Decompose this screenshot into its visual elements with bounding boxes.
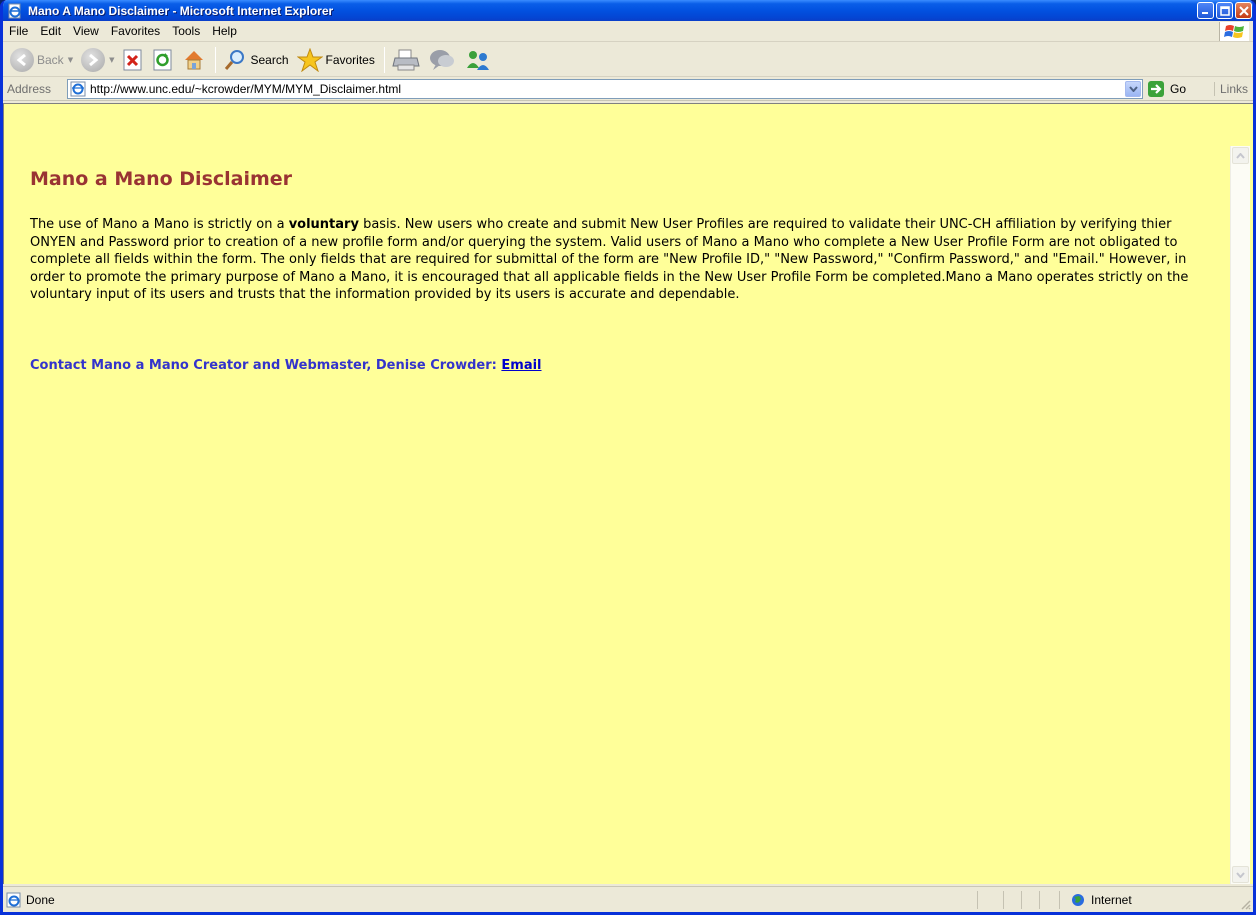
- refresh-button[interactable]: [149, 45, 177, 75]
- back-label: Back: [37, 52, 64, 67]
- go-label: Go: [1170, 82, 1187, 96]
- favorites-button[interactable]: Favorites: [294, 45, 378, 75]
- back-button[interactable]: Back ▼: [7, 45, 76, 75]
- chevron-up-icon: [1236, 152, 1245, 159]
- address-label: Address: [7, 81, 52, 96]
- home-icon: [185, 50, 204, 69]
- address-bar: Address Go Links: [3, 77, 1253, 101]
- scroll-up-button[interactable]: [1232, 147, 1249, 164]
- security-zone[interactable]: Internet: [1071, 893, 1132, 907]
- voluntary-emphasis: voluntary: [288, 217, 359, 232]
- back-dropdown-icon[interactable]: ▼: [68, 56, 73, 64]
- vertical-scrollbar[interactable]: [1230, 146, 1250, 884]
- chevron-down-icon: [1128, 86, 1138, 92]
- status-pane: [1021, 891, 1022, 909]
- page-title: Mano a Mano Disclaimer: [30, 168, 293, 190]
- menu-edit[interactable]: Edit: [34, 24, 67, 38]
- menu-tools[interactable]: Tools: [166, 24, 206, 38]
- toolbar-separator: [383, 46, 385, 73]
- contact-text: Contact Mano a Mano Creator and Webmaste…: [30, 358, 502, 373]
- search-label: Search: [250, 52, 289, 67]
- scroll-down-button[interactable]: [1232, 866, 1249, 883]
- stop-button[interactable]: [119, 45, 147, 75]
- go-arrow-icon: [1148, 81, 1164, 97]
- stop-icon: [123, 49, 142, 70]
- forward-arrow-icon: [81, 47, 106, 72]
- back-arrow-icon: [10, 47, 34, 72]
- contact-line: Contact Mano a Mano Creator and Webmaste…: [30, 358, 542, 373]
- menu-help[interactable]: Help: [206, 24, 243, 38]
- minimize-icon: [1202, 12, 1208, 14]
- windows-logo-icon: [1219, 22, 1249, 41]
- menu-file[interactable]: File: [3, 24, 34, 38]
- title-bar[interactable]: Mano A Mano Disclaimer - Microsoft Inter…: [3, 0, 1253, 21]
- email-link[interactable]: Email: [501, 358, 541, 373]
- refresh-icon: [153, 49, 172, 70]
- printer-icon: [392, 49, 420, 70]
- menu-favorites[interactable]: Favorites: [105, 24, 166, 38]
- status-bar: Done Internet: [3, 886, 1253, 912]
- window-controls: [1197, 2, 1252, 19]
- window-title: Mano A Mano Disclaimer - Microsoft Inter…: [28, 3, 334, 18]
- close-button[interactable]: [1235, 2, 1252, 19]
- ie-page-icon: [7, 3, 23, 19]
- home-button[interactable]: [179, 45, 209, 75]
- close-icon: [1238, 5, 1249, 16]
- address-input[interactable]: [90, 82, 1110, 96]
- messenger-people-icon: [466, 50, 489, 70]
- discuss-bubble-icon: [429, 49, 454, 70]
- page-globe-icon: [70, 81, 86, 97]
- disclaimer-paragraph: The use of Mano a Mano is strictly on a …: [30, 216, 1220, 304]
- favorites-star-icon: [296, 47, 323, 72]
- standard-toolbar: Back ▼ ▼ Search Favorites: [3, 43, 1253, 77]
- go-button[interactable]: Go: [1147, 80, 1186, 98]
- messenger-button[interactable]: [461, 45, 495, 75]
- maximize-button[interactable]: [1216, 2, 1233, 19]
- forward-button[interactable]: ▼: [78, 45, 117, 75]
- chevron-down-icon: [1236, 871, 1245, 878]
- menu-view[interactable]: View: [67, 24, 105, 38]
- status-text: Done: [26, 892, 55, 907]
- status-pane: [1059, 891, 1060, 909]
- address-dropdown-button[interactable]: [1125, 81, 1141, 97]
- toolbar-separator: [215, 46, 217, 73]
- zone-label: Internet: [1091, 893, 1132, 907]
- discuss-button[interactable]: [425, 45, 459, 75]
- page-done-icon: [6, 892, 21, 907]
- search-icon: [225, 49, 245, 70]
- print-button[interactable]: [389, 45, 423, 75]
- resize-grip-icon[interactable]: [1239, 898, 1251, 910]
- disclaimer-text-start: The use of Mano a Mano is strictly on a: [30, 217, 289, 232]
- forward-dropdown-icon[interactable]: ▼: [109, 56, 114, 64]
- address-field[interactable]: [67, 79, 1143, 99]
- search-button[interactable]: Search: [220, 45, 291, 75]
- status-pane: [1039, 891, 1040, 909]
- browser-window: Mano A Mano Disclaimer - Microsoft Inter…: [0, 0, 1256, 915]
- menu-bar: File Edit View Favorites Tools Help: [3, 21, 1253, 42]
- status-pane: [1003, 891, 1004, 909]
- links-button[interactable]: Links: [1214, 82, 1248, 96]
- favorites-label: Favorites: [325, 52, 375, 67]
- maximize-icon: [1219, 5, 1230, 16]
- minimize-button[interactable]: [1197, 2, 1214, 19]
- internet-globe-icon: [1072, 894, 1084, 906]
- status-pane: [977, 891, 978, 909]
